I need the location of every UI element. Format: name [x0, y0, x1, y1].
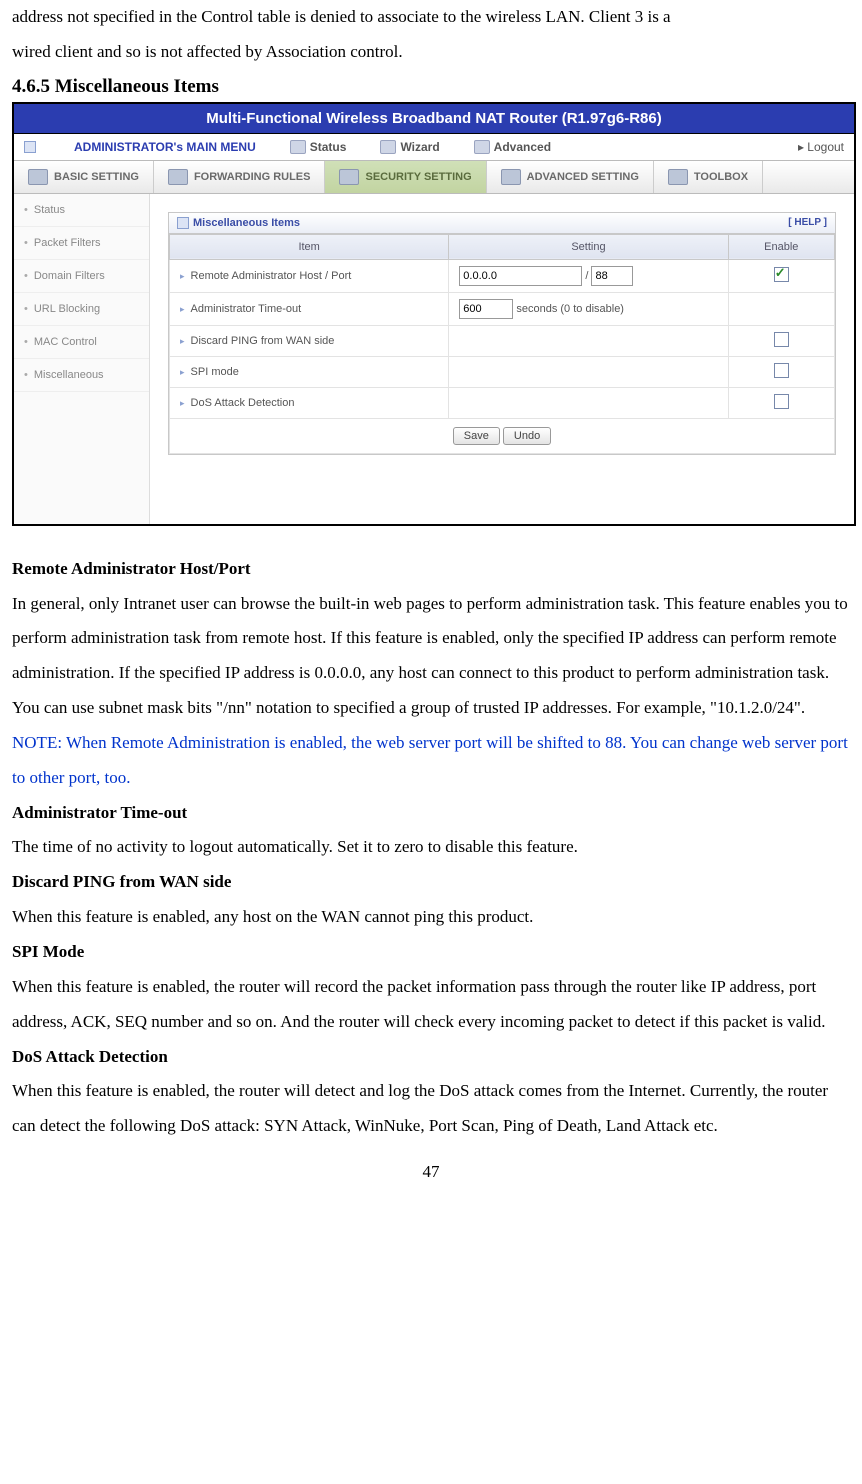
panel-icon: [177, 217, 189, 229]
tab-security-setting-label: SECURITY SETTING: [365, 171, 471, 183]
sidebar-item-packet-filters[interactable]: Packet Filters: [14, 227, 149, 260]
row-admin-timeout-setting: seconds (0 to disable): [449, 292, 728, 325]
menu-status-label: Status: [310, 140, 347, 154]
tab-toolbox-label: TOOLBOX: [694, 171, 748, 183]
window-title: Multi-Functional Wireless Broadband NAT …: [14, 104, 854, 134]
help-link[interactable]: [ HELP ]: [788, 217, 827, 228]
desc-remote-admin-note: NOTE: When Remote Administration is enab…: [12, 726, 850, 796]
row-remote-admin-label: Remote Administrator Host / Port: [170, 259, 449, 292]
basic-setting-icon: [28, 169, 48, 185]
tab-security-setting[interactable]: SECURITY SETTING: [325, 161, 486, 193]
wizard-icon: [380, 140, 396, 154]
menu-wizard-label: Wizard: [400, 140, 439, 154]
desc-remote-admin-heading: Remote Administrator Host/Port: [12, 552, 850, 587]
row-admin-timeout-label: Administrator Time-out: [170, 292, 449, 325]
remote-host-input[interactable]: [459, 266, 582, 286]
remote-admin-enable-checkbox[interactable]: [774, 267, 789, 282]
menu-advanced[interactable]: Advanced: [474, 140, 551, 154]
table-row: SPI mode: [170, 356, 835, 387]
th-setting: Setting: [449, 234, 728, 259]
section-heading: 4.6.5 Miscellaneous Items: [12, 76, 850, 98]
undo-button[interactable]: Undo: [503, 427, 551, 445]
tab-advanced-setting[interactable]: ADVANCED SETTING: [487, 161, 654, 193]
advanced-setting-icon: [501, 169, 521, 185]
toolbar-tabs: BASIC SETTING FORWARDING RULES SECURITY …: [14, 161, 854, 194]
table-row: Remote Administrator Host / Port /: [170, 259, 835, 292]
row-spi-mode-label: SPI mode: [170, 356, 449, 387]
table-row: Discard PING from WAN side: [170, 325, 835, 356]
menu-icon: [24, 141, 36, 153]
logout-link[interactable]: ▸ Logout: [798, 140, 844, 154]
discard-ping-enable-checkbox[interactable]: [774, 332, 789, 347]
row-discard-ping-label: Discard PING from WAN side: [170, 325, 449, 356]
main-menu-bar: ADMINISTRATOR's MAIN MENU Status Wizard …: [14, 134, 854, 161]
desc-admin-timeout-text: The time of no activity to logout automa…: [12, 830, 850, 865]
menu-status[interactable]: Status: [290, 140, 347, 154]
slash-separator: /: [585, 270, 588, 282]
sidebar-item-url-blocking[interactable]: URL Blocking: [14, 293, 149, 326]
intro-line2: wired client and so is not affected by A…: [12, 35, 850, 70]
desc-dos-detection-text: When this feature is enabled, the router…: [12, 1074, 850, 1144]
menu-advanced-label: Advanced: [494, 140, 551, 154]
sidebar: Status Packet Filters Domain Filters URL…: [14, 194, 150, 524]
panel-title: Miscellaneous Items: [193, 217, 300, 229]
miscellaneous-panel: Miscellaneous Items [ HELP ] Item Settin…: [168, 212, 836, 455]
desc-discard-ping-heading: Discard PING from WAN side: [12, 865, 850, 900]
table-row: Administrator Time-out seconds (0 to dis…: [170, 292, 835, 325]
tab-advanced-setting-label: ADVANCED SETTING: [527, 171, 639, 183]
admin-timeout-input[interactable]: [459, 299, 513, 319]
intro-line1: address not specified in the Control tab…: [12, 0, 850, 35]
desc-spi-mode-heading: SPI Mode: [12, 935, 850, 970]
router-screenshot: Multi-Functional Wireless Broadband NAT …: [12, 102, 856, 526]
desc-remote-admin-text: In general, only Intranet user can brows…: [12, 587, 850, 726]
th-item: Item: [170, 234, 449, 259]
dos-detection-enable-checkbox[interactable]: [774, 394, 789, 409]
tab-toolbox[interactable]: TOOLBOX: [654, 161, 763, 193]
security-setting-icon: [339, 169, 359, 185]
sidebar-item-mac-control[interactable]: MAC Control: [14, 326, 149, 359]
save-button[interactable]: Save: [453, 427, 500, 445]
tab-forwarding-rules-label: FORWARDING RULES: [194, 171, 311, 183]
table-row: DoS Attack Detection: [170, 387, 835, 418]
tab-forwarding-rules[interactable]: FORWARDING RULES: [154, 161, 326, 193]
items-table: Item Setting Enable Remote Administrator…: [169, 234, 835, 454]
admin-timeout-suffix: seconds (0 to disable): [516, 303, 624, 315]
desc-admin-timeout-heading: Administrator Time-out: [12, 796, 850, 831]
spi-mode-enable-checkbox[interactable]: [774, 363, 789, 378]
status-icon: [290, 140, 306, 154]
main-menu-label: ADMINISTRATOR's MAIN MENU: [74, 140, 256, 154]
menu-wizard[interactable]: Wizard: [380, 140, 439, 154]
tab-basic-setting[interactable]: BASIC SETTING: [14, 161, 154, 193]
remote-port-input[interactable]: [591, 266, 633, 286]
forwarding-rules-icon: [168, 169, 188, 185]
advanced-icon: [474, 140, 490, 154]
row-dos-detection-label: DoS Attack Detection: [170, 387, 449, 418]
sidebar-item-status[interactable]: Status: [14, 194, 149, 227]
sidebar-item-domain-filters[interactable]: Domain Filters: [14, 260, 149, 293]
desc-spi-mode-text: When this feature is enabled, the router…: [12, 970, 850, 1040]
sidebar-item-miscellaneous[interactable]: Miscellaneous: [14, 359, 149, 392]
row-remote-admin-setting: /: [449, 259, 728, 292]
toolbox-icon: [668, 169, 688, 185]
desc-discard-ping-text: When this feature is enabled, any host o…: [12, 900, 850, 935]
tab-basic-setting-label: BASIC SETTING: [54, 171, 139, 183]
th-enable: Enable: [728, 234, 834, 259]
desc-dos-detection-heading: DoS Attack Detection: [12, 1040, 850, 1075]
page-number: 47: [12, 1162, 850, 1182]
